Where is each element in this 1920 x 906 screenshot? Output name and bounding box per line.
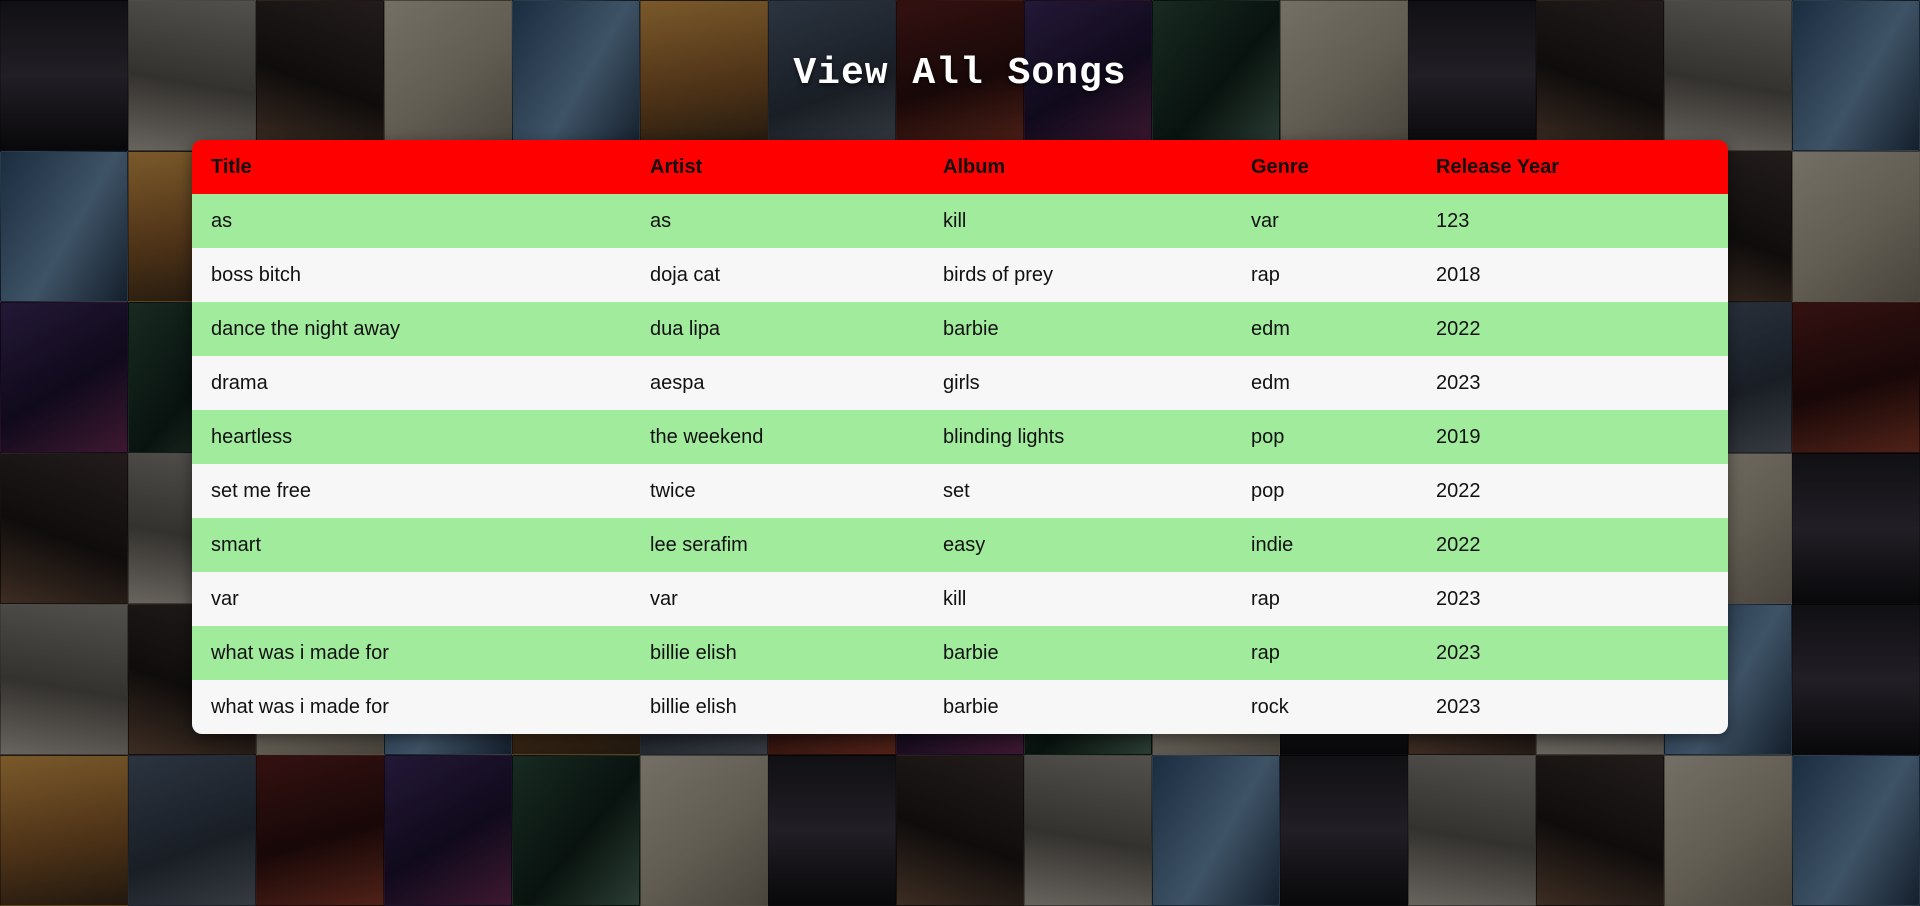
cell-title: what was i made for (192, 680, 631, 734)
cell-release-year: 123 (1417, 194, 1728, 248)
column-header-artist: Artist (631, 140, 924, 194)
cell-artist: lee serafim (631, 518, 924, 572)
background-poster-tile (1792, 302, 1920, 453)
cell-title: dance the night away (192, 302, 631, 356)
background-poster-tile (128, 755, 256, 906)
column-header-album: Album (924, 140, 1232, 194)
cell-genre: pop (1232, 410, 1417, 464)
cell-release-year: 2023 (1417, 680, 1728, 734)
cell-title: var (192, 572, 631, 626)
cell-album: birds of prey (924, 248, 1232, 302)
table-row: drama aespa girls edm 2023 (192, 356, 1728, 410)
background-poster-tile (1792, 453, 1920, 604)
cell-artist: billie elish (631, 680, 924, 734)
column-header-title: Title (192, 140, 631, 194)
cell-title: heartless (192, 410, 631, 464)
cell-title: as (192, 194, 631, 248)
column-header-genre: Genre (1232, 140, 1417, 194)
cell-genre: rap (1232, 626, 1417, 680)
table-row: what was i made for billie elish barbie … (192, 626, 1728, 680)
cell-album: barbie (924, 626, 1232, 680)
cell-album: kill (924, 572, 1232, 626)
cell-genre: var (1232, 194, 1417, 248)
background-poster-tile (512, 755, 640, 906)
background-poster-tile (256, 755, 384, 906)
table-row: boss bitch doja cat birds of prey rap 20… (192, 248, 1728, 302)
cell-title: boss bitch (192, 248, 631, 302)
songs-table: Title Artist Album Genre Release Year as… (192, 140, 1728, 734)
background-poster-tile (1152, 755, 1280, 906)
cell-album: kill (924, 194, 1232, 248)
cell-album: set (924, 464, 1232, 518)
page-title: View All Songs (793, 52, 1127, 95)
table-body: as as kill var 123 boss bitch doja cat b… (192, 194, 1728, 734)
cell-release-year: 2023 (1417, 356, 1728, 410)
cell-artist: doja cat (631, 248, 924, 302)
background-poster-tile (640, 755, 768, 906)
background-poster-tile (1280, 755, 1408, 906)
background-poster-tile (0, 151, 128, 302)
table-row: set me free twice set pop 2022 (192, 464, 1728, 518)
header-row: Title Artist Album Genre Release Year (192, 140, 1728, 194)
cell-artist: aespa (631, 356, 924, 410)
cell-genre: edm (1232, 302, 1417, 356)
cell-artist: the weekend (631, 410, 924, 464)
cell-album: girls (924, 356, 1232, 410)
background-poster-tile (1664, 755, 1792, 906)
cell-artist: billie elish (631, 626, 924, 680)
cell-release-year: 2019 (1417, 410, 1728, 464)
cell-release-year: 2023 (1417, 572, 1728, 626)
background-poster-tile (1792, 755, 1920, 906)
background-poster-tile (0, 755, 128, 906)
background-poster-tile (1792, 604, 1920, 755)
cell-title: set me free (192, 464, 631, 518)
cell-genre: rock (1232, 680, 1417, 734)
cell-album: easy (924, 518, 1232, 572)
cell-release-year: 2022 (1417, 464, 1728, 518)
cell-release-year: 2018 (1417, 248, 1728, 302)
cell-genre: edm (1232, 356, 1417, 410)
cell-release-year: 2022 (1417, 518, 1728, 572)
cell-title: what was i made for (192, 626, 631, 680)
cell-artist: dua lipa (631, 302, 924, 356)
table-row: as as kill var 123 (192, 194, 1728, 248)
table-row: dance the night away dua lipa barbie edm… (192, 302, 1728, 356)
background-poster-tile (1536, 755, 1664, 906)
cell-album: barbie (924, 680, 1232, 734)
background-poster-tile (768, 755, 896, 906)
table-row: what was i made for billie elish barbie … (192, 680, 1728, 734)
cell-title: smart (192, 518, 631, 572)
column-header-release-year: Release Year (1417, 140, 1728, 194)
cell-genre: pop (1232, 464, 1417, 518)
table-row: smart lee serafim easy indie 2022 (192, 518, 1728, 572)
background-poster-tile (0, 604, 128, 755)
table-header: Title Artist Album Genre Release Year (192, 140, 1728, 194)
songs-table-container: Title Artist Album Genre Release Year as… (192, 140, 1728, 734)
background-poster-tile (0, 453, 128, 604)
background-poster-tile (1024, 755, 1152, 906)
cell-album: blinding lights (924, 410, 1232, 464)
table-row: heartless the weekend blinding lights po… (192, 410, 1728, 464)
background-poster-tile (384, 755, 512, 906)
cell-release-year: 2023 (1417, 626, 1728, 680)
background-poster-tile (1792, 151, 1920, 302)
background-poster-tile (896, 755, 1024, 906)
cell-genre: indie (1232, 518, 1417, 572)
cell-artist: twice (631, 464, 924, 518)
table-row: var var kill rap 2023 (192, 572, 1728, 626)
background-poster-tile (1408, 755, 1536, 906)
cell-artist: as (631, 194, 924, 248)
cell-artist: var (631, 572, 924, 626)
cell-album: barbie (924, 302, 1232, 356)
cell-genre: rap (1232, 248, 1417, 302)
cell-genre: rap (1232, 572, 1417, 626)
background-poster-tile (0, 302, 128, 453)
cell-title: drama (192, 356, 631, 410)
cell-release-year: 2022 (1417, 302, 1728, 356)
